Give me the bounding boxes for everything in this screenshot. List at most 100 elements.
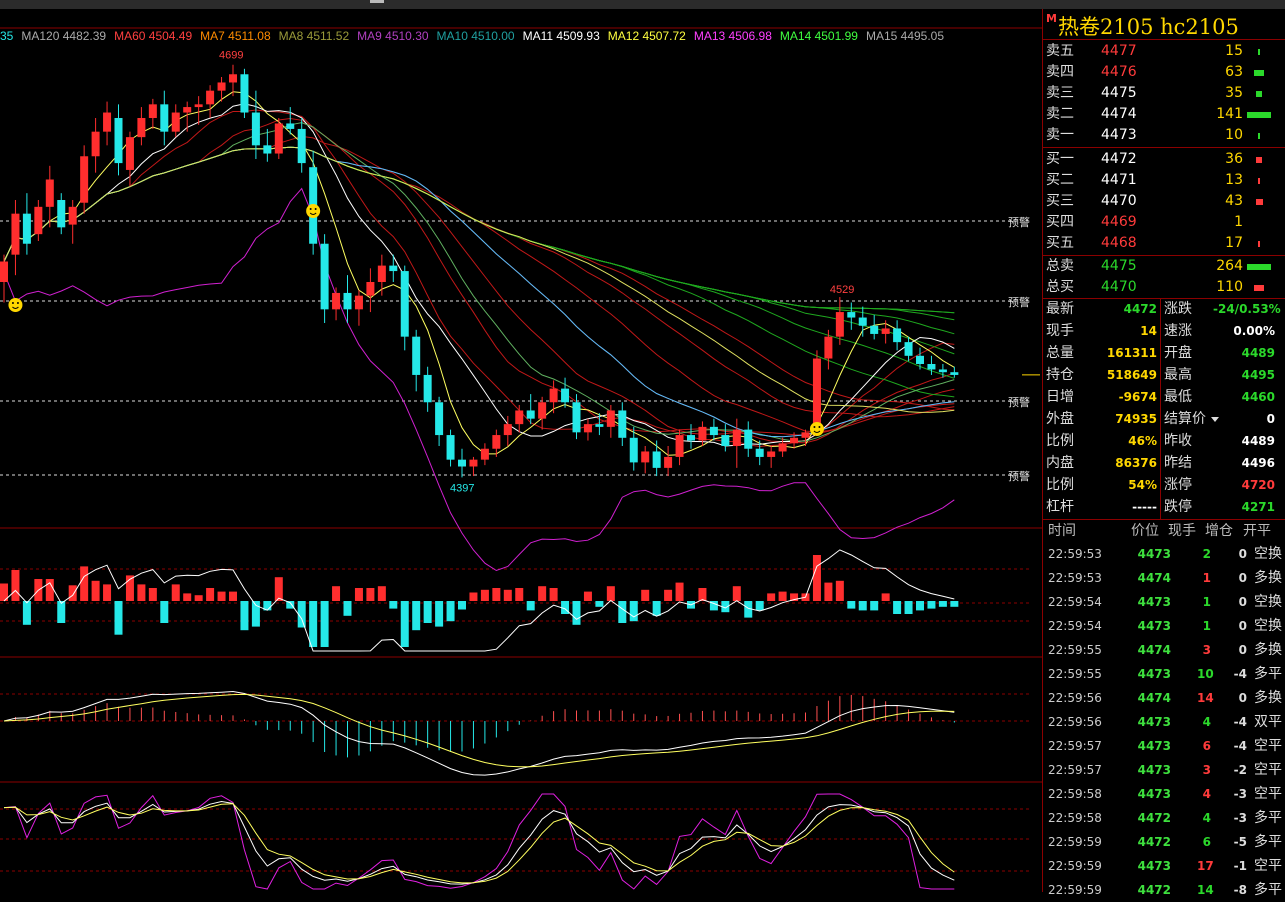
candle-body[interactable] (732, 429, 741, 446)
tick-row[interactable]: 22:59:59 4472 6 -5 多平 (1043, 830, 1285, 854)
tick-row[interactable]: 22:59:56 4473 4 -4 双平 (1043, 710, 1285, 734)
order-level-asks-0[interactable]: 卖五 4477 15 (1043, 41, 1285, 62)
candle-body[interactable] (458, 459, 466, 467)
candle-body[interactable] (492, 435, 501, 449)
candle-body[interactable] (103, 112, 112, 132)
candle-body[interactable] (160, 104, 169, 132)
candle-body[interactable] (916, 355, 924, 364)
tick-row[interactable]: 22:59:54 4473 1 0 空换 (1043, 614, 1285, 638)
candle-body[interactable] (217, 82, 226, 91)
candle-body[interactable] (229, 74, 237, 83)
candle-body[interactable] (629, 437, 638, 463)
candle-body[interactable] (206, 90, 215, 105)
candle-body[interactable] (698, 426, 707, 441)
candle-body[interactable] (675, 435, 684, 457)
order-level-bids-2[interactable]: 买三 4470 43 (1043, 191, 1285, 212)
candle-body[interactable] (274, 123, 283, 154)
candle-body[interactable] (194, 104, 203, 108)
candle-body[interactable] (423, 374, 432, 403)
order-level-bids-4[interactable]: 买五 4468 17 (1043, 233, 1285, 254)
tick-list[interactable]: 时间 价位 现手 增仓 开平 22:59:53 4473 2 0 空换 22:59:53 4… (1043, 520, 1285, 902)
candle-body[interactable] (251, 112, 260, 146)
tick-row[interactable]: 22:59:57 4473 3 -2 空平 (1043, 758, 1285, 782)
tick-row[interactable]: 22:59:55 4474 3 0 多换 (1043, 638, 1285, 662)
candle-body[interactable] (354, 295, 363, 310)
candle-body[interactable] (561, 388, 570, 403)
candle-body[interactable] (583, 424, 592, 433)
candle-body[interactable] (595, 424, 604, 427)
candle-body[interactable] (904, 342, 913, 356)
alert-label[interactable]: 预警 (1008, 215, 1030, 229)
candle-body[interactable] (858, 317, 867, 326)
candle-body[interactable] (515, 410, 524, 425)
candle-body[interactable] (320, 243, 329, 310)
candle-body[interactable] (45, 179, 54, 207)
signal-smiley-icon[interactable] (306, 204, 321, 218)
order-level-totals-1[interactable]: 总买 4470 110 (1043, 277, 1285, 298)
alert-label[interactable]: 预警 (1008, 469, 1030, 483)
candle-body[interactable] (91, 131, 100, 157)
candle-body[interactable] (572, 402, 581, 433)
candle-body[interactable] (687, 435, 695, 441)
candle-body[interactable] (57, 200, 66, 228)
candle-body[interactable] (240, 74, 249, 113)
tick-row[interactable]: 22:59:59 4472 14 -8 多平 (1043, 878, 1285, 902)
candle-body[interactable] (538, 402, 547, 419)
tick-row[interactable]: 22:59:55 4473 10 -4 多平 (1043, 662, 1285, 686)
candle-body[interactable] (11, 213, 20, 255)
candle-body[interactable] (80, 156, 89, 203)
alert-label[interactable]: 预警 (1008, 395, 1030, 409)
candle-body[interactable] (480, 448, 489, 460)
candle-body[interactable] (343, 292, 352, 310)
candle-body[interactable] (68, 206, 77, 225)
candle-body[interactable] (790, 437, 799, 444)
candle-body[interactable] (148, 104, 157, 118)
candle-body[interactable] (286, 123, 295, 129)
tick-row[interactable]: 22:59:53 4473 2 0 空换 (1043, 542, 1285, 566)
candle-body[interactable] (801, 432, 810, 438)
candle-body[interactable] (652, 451, 661, 468)
order-level-bids-0[interactable]: 买一 4472 36 (1043, 149, 1285, 170)
candle-body[interactable] (366, 282, 375, 296)
order-level-bids-1[interactable]: 买二 4471 13 (1043, 170, 1285, 191)
candle-body[interactable] (778, 443, 787, 452)
candle-body[interactable] (171, 112, 180, 132)
candle-body[interactable] (125, 137, 134, 170)
candle-body[interactable] (469, 459, 478, 467)
candle-body[interactable] (114, 118, 123, 164)
candle-body[interactable] (22, 213, 31, 244)
candle-body[interactable] (618, 410, 627, 438)
candle-body[interactable] (332, 292, 341, 310)
tick-row[interactable]: 22:59:56 4474 14 0 多换 (1043, 686, 1285, 710)
tick-row[interactable]: 22:59:54 4473 1 0 空换 (1043, 590, 1285, 614)
candle-body[interactable] (435, 402, 444, 436)
order-level-asks-2[interactable]: 卖三 4475 35 (1043, 83, 1285, 104)
candle-body[interactable] (664, 456, 673, 468)
candle-body[interactable] (721, 435, 730, 446)
toolbar-tab-indicator[interactable] (370, 0, 384, 3)
candle-body[interactable] (847, 312, 856, 318)
tick-row[interactable]: 22:59:57 4473 6 -4 空平 (1043, 734, 1285, 758)
tick-row[interactable]: 22:59:58 4472 4 -3 多平 (1043, 806, 1285, 830)
candle-body[interactable] (744, 429, 753, 449)
order-level-asks-3[interactable]: 卖二 4474 141 (1043, 104, 1285, 125)
candle-body[interactable] (641, 451, 650, 463)
candle-body[interactable] (824, 336, 833, 359)
candle-body[interactable] (526, 410, 535, 419)
tick-row[interactable]: 22:59:53 4474 1 0 多换 (1043, 566, 1285, 590)
candle-body[interactable] (137, 118, 146, 138)
candle-body[interactable] (835, 312, 844, 337)
candle-body[interactable] (950, 372, 959, 375)
candle-body[interactable] (446, 435, 455, 460)
candle-body[interactable] (893, 328, 902, 343)
kline-chart-area[interactable]: 预警 预警 预警 预警 4699 4397 4529 35 MA120 4482.39 MA60… (0, 9, 1042, 892)
order-level-asks-1[interactable]: 卖四 4476 63 (1043, 62, 1285, 83)
order-level-asks-4[interactable]: 卖一 4473 10 (1043, 125, 1285, 146)
signal-smiley-icon[interactable] (809, 422, 824, 436)
candle-body[interactable] (34, 206, 43, 235)
order-level-totals-0[interactable]: 总卖 4475 264 (1043, 256, 1285, 277)
signal-smiley-icon[interactable] (8, 298, 23, 312)
candle-body[interactable] (767, 451, 776, 457)
candle-body[interactable] (881, 328, 890, 334)
candle-body[interactable] (938, 369, 947, 373)
